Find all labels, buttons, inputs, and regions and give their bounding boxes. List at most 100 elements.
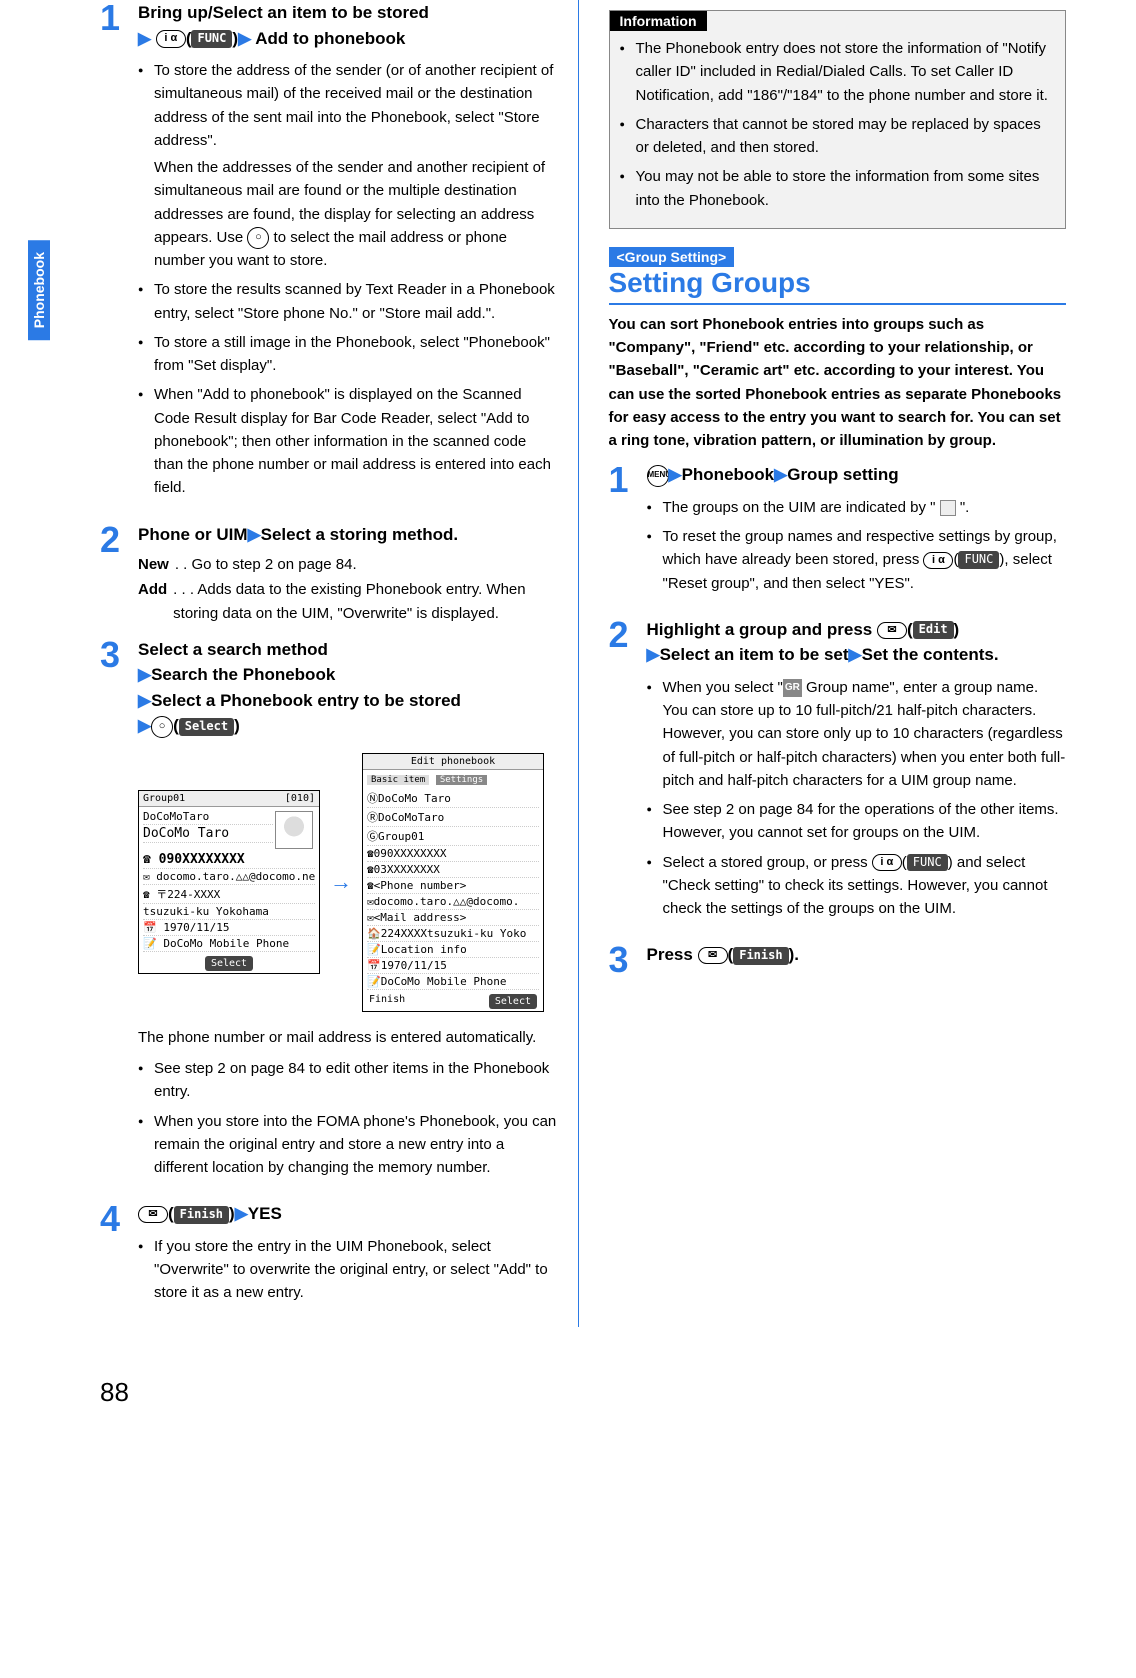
finish-badge: Finish	[733, 947, 788, 965]
dpad-icon: ○	[151, 716, 173, 738]
sr-l2: ⓇDoCoMoTaro	[367, 808, 539, 827]
step1-b3: To store a still image in the Phonebook,…	[138, 331, 558, 378]
step1-b2: To store the results scanned by Text Rea…	[138, 278, 558, 325]
arrow-icon: ▶	[849, 645, 862, 664]
info-b1: The Phonebook entry does not store the i…	[620, 37, 1056, 107]
section-tag: <Group Setting>	[609, 247, 735, 267]
sr-l7: ✉docomo.taro.△△@docomo.	[367, 894, 539, 910]
arrow-icon: ▶	[138, 29, 151, 48]
r1-title-b: Group setting	[787, 465, 898, 484]
right-column: Information The Phonebook entry does not…	[609, 0, 1067, 1327]
page-number: 88	[100, 1377, 1136, 1408]
step-number: 1	[100, 0, 128, 512]
mail-key: ✉	[698, 947, 728, 964]
info-b3: You may not be able to store the informa…	[620, 165, 1056, 212]
r2-b3-a: Select a stored group, or press	[663, 854, 872, 871]
step1-title-a: Bring up/Select an item to be stored	[138, 3, 429, 22]
finish-badge: Finish	[174, 1206, 229, 1224]
section-title: Setting Groups	[609, 267, 1067, 305]
step-number: 4	[100, 1201, 128, 1316]
step2-title-b: Select a storing method.	[261, 525, 458, 544]
sl-footer: Select	[205, 956, 253, 971]
sr-tab1: Basic item	[367, 775, 429, 785]
info-b2: Characters that cannot be stored may be …	[620, 113, 1056, 160]
sr-footer-l: Finish	[369, 994, 405, 1009]
r3-title-a: Press	[647, 945, 698, 964]
sl-l4: ✉ docomo.taro.△△@docomo.ne.jp	[143, 869, 315, 885]
arrow-icon: ▶	[774, 465, 787, 484]
edit-badge: Edit	[913, 621, 954, 639]
r2-title-b: Select an item to be set	[660, 645, 849, 664]
def-add-text: . . . Adds data to the existing Phoneboo…	[173, 578, 557, 625]
right-step-2: 2 Highlight a group and press ✉(Edit) ▶S…	[609, 617, 1067, 933]
figure-arrow-icon: →	[330, 869, 352, 895]
arrow-icon: ▶	[248, 525, 261, 544]
r1-b1-b: ".	[956, 499, 970, 516]
sr-l11: 📅1970/11/15	[367, 958, 539, 974]
arrow-icon: ▶	[138, 691, 151, 710]
mail-key: ✉	[138, 1206, 168, 1223]
step1-b4: When "Add to phonebook" is displayed on …	[138, 383, 558, 499]
step3-title-a: Select a search method	[138, 640, 328, 659]
screen-left: Group01 [010] DoCoMoTaro DoCoMo Taro ☎ 0…	[138, 790, 320, 974]
dpad-icon: ○	[247, 227, 269, 249]
ialpha-key: i α	[923, 552, 953, 569]
side-tab-phonebook: Phonebook	[28, 240, 50, 340]
sl-l3: ☎ 090XXXXXXXX	[143, 851, 315, 869]
sr-l10: 📝Location info	[367, 942, 539, 958]
step3-title-c: Select a Phonebook entry to be stored	[151, 691, 461, 710]
information-box: Information The Phonebook entry does not…	[609, 10, 1067, 229]
avatar-icon	[275, 811, 313, 849]
left-step-4: 4 ✉(Finish)▶YES If you store the entry i…	[100, 1201, 558, 1316]
step3-b1: See step 2 on page 84 to edit other item…	[138, 1057, 558, 1104]
arrow-icon: ▶	[238, 29, 251, 48]
screen-left-head-l: Group01	[143, 793, 185, 804]
arrow-icon: ▶	[235, 1204, 248, 1223]
screen-left-head-r: [010]	[285, 793, 315, 804]
r1-b1-a: The groups on the UIM are indicated by "	[663, 499, 940, 516]
step-number: 2	[100, 522, 128, 627]
left-column: 1 Bring up/Select an item to be stored ▶…	[100, 0, 579, 1327]
section-intro: You can sort Phonebook entries into grou…	[609, 313, 1067, 453]
step2-title-a: Phone or UIM	[138, 525, 248, 544]
def-new-label: New	[138, 553, 169, 576]
sl-l5: ☎ 〒224-XXXX	[143, 885, 315, 904]
right-step-3: 3 Press ✉(Finish).	[609, 942, 1067, 978]
left-step-1: 1 Bring up/Select an item to be stored ▶…	[100, 0, 558, 512]
r1-title-a: Phonebook	[682, 465, 775, 484]
def-new-text: . . Go to step 2 on page 84.	[175, 553, 357, 576]
sr-l8: ✉<Mail address>	[367, 910, 539, 926]
screen-right: Edit phonebook Basic item Settings ⓃDoCo…	[362, 753, 544, 1012]
step3-figure: Group01 [010] DoCoMoTaro DoCoMo Taro ☎ 0…	[138, 753, 558, 1012]
arrow-icon: ▶	[138, 665, 151, 684]
step1-b1: To store the address of the sender (or o…	[154, 62, 553, 149]
ialpha-key: i α	[872, 854, 902, 871]
step3-b2: When you store into the FOMA phone's Pho…	[138, 1110, 558, 1180]
uim-icon	[940, 500, 956, 516]
arrow-icon: ▶	[669, 465, 682, 484]
select-badge: Select	[179, 718, 234, 736]
sl-l8: 📝 DoCoMo Mobile Phone	[143, 936, 315, 952]
r2-title-a: Highlight a group and press	[647, 620, 877, 639]
sr-tab2: Settings	[436, 775, 487, 785]
sl-l6: tsuzuki-ku Yokohama	[143, 904, 315, 920]
step-number: 3	[100, 637, 128, 1192]
func-badge: FUNC	[907, 854, 948, 872]
menu-key: MENU	[647, 465, 669, 487]
r3-title-b: .	[794, 945, 799, 964]
sr-l5: ☎03XXXXXXXX	[367, 862, 539, 878]
sr-head: Edit phonebook	[411, 756, 495, 767]
information-title: Information	[610, 11, 707, 31]
step-number: 3	[609, 942, 637, 978]
arrow-icon: ▶	[647, 645, 660, 664]
step4-yes: YES	[248, 1204, 282, 1223]
gr-icon: GR	[783, 679, 802, 697]
sr-l4: ☎090XXXXXXXX	[367, 846, 539, 862]
sr-l6: ☎<Phone number>	[367, 878, 539, 894]
step-number: 2	[609, 617, 637, 933]
sl-l2: DoCoMo Taro	[143, 825, 273, 843]
r2-b2: See step 2 on page 84 for the operations…	[647, 798, 1067, 845]
def-add-label: Add	[138, 578, 167, 625]
step1-title-b: Add to phonebook	[255, 29, 405, 48]
func-badge: FUNC	[191, 30, 232, 48]
